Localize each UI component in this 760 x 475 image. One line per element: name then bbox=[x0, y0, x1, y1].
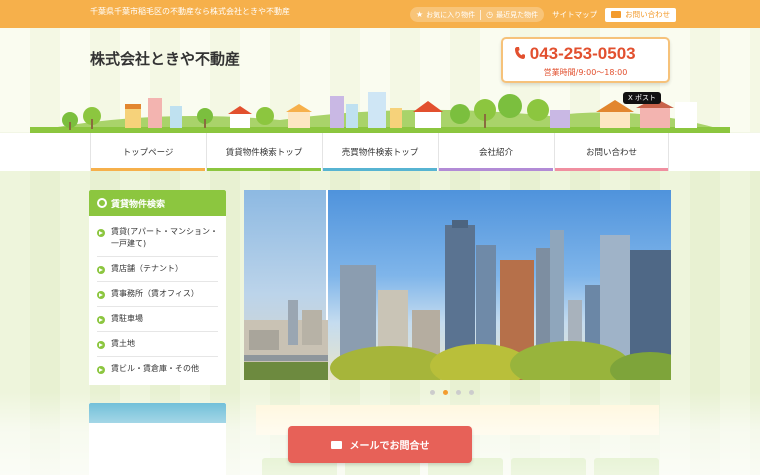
sidebar-item-label: 賃店舗（テナント） bbox=[111, 264, 183, 273]
top-links: ★ お気に入り物件 ◷ 最近見た物件 サイトマップ お問い合わせ bbox=[410, 7, 677, 22]
mail-icon bbox=[330, 440, 342, 449]
contact-top-button[interactable]: お問い合わせ bbox=[605, 7, 677, 22]
phone-number: 043-253-0503 bbox=[529, 44, 636, 63]
sale-search-sidebar bbox=[89, 403, 226, 475]
business-hours: 営業時間/9:00〜18:00 bbox=[543, 68, 628, 77]
slider-dot-active[interactable] bbox=[443, 390, 448, 395]
slider-dot[interactable] bbox=[456, 390, 461, 395]
phone-icon bbox=[515, 47, 525, 59]
sale-sidebar-heading bbox=[89, 403, 226, 423]
content-card bbox=[594, 458, 659, 475]
content-card bbox=[511, 458, 586, 475]
previous-slide-preview[interactable] bbox=[244, 190, 328, 380]
nav-contact-label: お問い合わせ bbox=[585, 148, 637, 158]
sidebar-item-rent-parking[interactable]: 賃駐車場 bbox=[97, 307, 218, 332]
sidebar-item-label: 賃土地 bbox=[111, 339, 135, 348]
arrow-circle-icon bbox=[97, 229, 105, 237]
contact-top-label: お問い合わせ bbox=[625, 10, 671, 19]
hero-slider[interactable] bbox=[244, 190, 671, 380]
cityscape-image bbox=[330, 220, 671, 380]
slider-pagination bbox=[430, 390, 474, 395]
sidebar-item-rent-land[interactable]: 賃土地 bbox=[97, 332, 218, 357]
clock-icon: ◷ bbox=[486, 10, 494, 19]
x-post-button[interactable]: X ポスト bbox=[623, 92, 662, 104]
sidebar-item-rent-office[interactable]: 賃事務所（賃オフィス） bbox=[97, 282, 218, 307]
phone-number-row: 043-253-0503 bbox=[515, 44, 636, 64]
sidebar-item-rent-store[interactable]: 賃店舗（テナント） bbox=[97, 257, 218, 282]
arrow-circle-icon bbox=[97, 341, 105, 349]
sidebar-list: 賃貸(アパート・マンション・一戸建て) 賃店舗（テナント） 賃事務所（賃オフィス… bbox=[89, 216, 226, 385]
nav-top[interactable]: トップページ bbox=[90, 133, 205, 171]
sitemap-link[interactable]: サイトマップ bbox=[552, 9, 597, 20]
rent-search-sidebar: 賃貸物件検索 賃貸(アパート・マンション・一戸建て) 賃店舗（テナント） 賃事務… bbox=[89, 190, 226, 385]
nav-top-label: トップページ bbox=[122, 148, 174, 158]
mail-inquiry-label: メールでお問合せ bbox=[349, 441, 430, 452]
history-pill: ★ お気に入り物件 ◷ 最近見た物件 bbox=[410, 7, 545, 22]
star-icon: ★ bbox=[416, 10, 424, 19]
nav-contact[interactable]: お問い合わせ bbox=[554, 133, 669, 171]
nav-company-label: 会社紹介 bbox=[478, 148, 513, 158]
cityscape-preview-image bbox=[244, 300, 328, 380]
nav-rent-label: 賃貸物件検索トップ bbox=[225, 148, 303, 158]
sidebar-item-label: 賃駐車場 bbox=[111, 314, 143, 323]
sidebar-heading: 賃貸物件検索 bbox=[89, 190, 226, 216]
arrow-circle-icon bbox=[97, 266, 105, 274]
arrow-circle-icon bbox=[97, 366, 105, 374]
nav-rent-search[interactable]: 賃貸物件検索トップ bbox=[206, 133, 321, 171]
nav-company[interactable]: 会社紹介 bbox=[438, 133, 553, 171]
sidebar-item-label: 賃事務所（賃オフィス） bbox=[111, 289, 199, 298]
slider-dot[interactable] bbox=[469, 390, 474, 395]
phone-box[interactable]: 043-253-0503 営業時間/9:00〜18:00 bbox=[501, 37, 670, 83]
slider-dot[interactable] bbox=[430, 390, 435, 395]
nav-sale-label: 売買物件検索トップ bbox=[341, 148, 419, 158]
favorites-link[interactable]: お気に入り物件 bbox=[426, 10, 475, 20]
recent-link[interactable]: 最近見た物件 bbox=[496, 10, 538, 20]
divider bbox=[480, 9, 482, 20]
sidebar-title: 賃貸物件検索 bbox=[111, 199, 166, 210]
sidebar-item-label: 賃ビル・賃倉庫・その他 bbox=[111, 364, 199, 373]
company-logo[interactable]: 株式会社ときや不動産 bbox=[90, 48, 240, 69]
arrow-circle-icon bbox=[97, 316, 105, 324]
global-nav: トップページ 賃貸物件検索トップ 売買物件検索トップ 会社紹介 お問い合わせ bbox=[0, 133, 760, 171]
arrow-circle-icon bbox=[97, 291, 105, 299]
sidebar-item-rent-other[interactable]: 賃ビル・賃倉庫・その他 bbox=[97, 357, 218, 381]
mail-icon bbox=[611, 11, 622, 18]
sidebar-item-rent-residential[interactable]: 賃貸(アパート・マンション・一戸建て) bbox=[97, 220, 218, 257]
mail-inquiry-button[interactable]: メールでお問合せ bbox=[288, 426, 472, 463]
search-icon bbox=[97, 198, 107, 208]
top-bar: 千葉県千葉市稲毛区の不動産なら株式会社ときや不動産 ★ お気に入り物件 ◷ 最近… bbox=[0, 0, 760, 28]
site-tagline: 千葉県千葉市稲毛区の不動産なら株式会社ときや不動産 bbox=[90, 7, 290, 16]
nav-sale-search[interactable]: 売買物件検索トップ bbox=[322, 133, 437, 171]
sidebar-item-label: 賃貸(アパート・マンション・一戸建て) bbox=[111, 227, 218, 248]
